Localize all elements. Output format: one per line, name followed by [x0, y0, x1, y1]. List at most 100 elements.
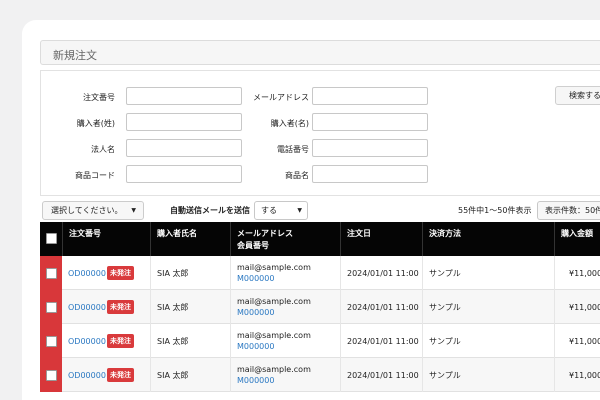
header-payment[interactable]: 決済方法 [422, 222, 554, 256]
phone-input[interactable] [312, 139, 428, 157]
member-link[interactable]: M000000 [237, 273, 274, 284]
amount-text: ¥11,000 [569, 337, 600, 346]
amount-cell: ¥11,000 [554, 324, 600, 358]
order-no-cell: OD00000 未発注 [62, 358, 150, 392]
order-no-cell: OD00000 未発注 [62, 324, 150, 358]
header-email: メールアドレス [237, 229, 293, 238]
member-link[interactable]: M000000 [237, 341, 274, 352]
payment-method: サンプル [429, 371, 461, 380]
order-number-input[interactable] [126, 87, 242, 105]
product-name-label: 商品名 [285, 171, 309, 180]
date-cell: 2024/01/01 11:00 [340, 256, 422, 290]
email-cell: mail@sample.com M000000 [230, 256, 340, 290]
row-status-stripe [40, 290, 62, 324]
buyer-name: SIA 太郎 [157, 371, 189, 380]
payment-method: サンプル [429, 269, 461, 278]
order-date: 2024/01/01 11:00 [347, 371, 419, 380]
search-panel: 注文番号 メールアドレス 検索する 購入者(姓) 購入者(名) 法人名 電話番号… [40, 70, 600, 196]
row-status-stripe [40, 358, 62, 392]
email-text: mail@sample.com [237, 331, 311, 340]
table-row[interactable]: OD00000 未発注 SIA 太郎 mail@sample.com M0000… [40, 290, 600, 324]
order-link[interactable]: OD00000 [68, 370, 106, 381]
buyer-name: SIA 太郎 [157, 303, 189, 312]
first-name-input[interactable] [312, 113, 428, 131]
buyer-name: SIA 太郎 [157, 269, 189, 278]
company-input[interactable] [126, 139, 242, 157]
amount-text: ¥11,000 [569, 269, 600, 278]
payment-cell: サンプル [422, 256, 554, 290]
select-all-checkbox[interactable] [46, 233, 57, 244]
email-input[interactable] [312, 87, 428, 105]
payment-cell: サンプル [422, 358, 554, 392]
auto-mail-select[interactable]: する ▼ [254, 201, 308, 220]
table-row[interactable]: OD00000 未発注 SIA 太郎 mail@sample.com M0000… [40, 324, 600, 358]
select-all-cell [40, 222, 62, 256]
product-code-input[interactable] [126, 165, 242, 183]
status-badge: 未発注 [107, 266, 134, 280]
bulk-action-label: 選択してください。 [51, 206, 123, 215]
table-row[interactable]: OD00000 未発注 SIA 太郎 mail@sample.com M0000… [40, 256, 600, 290]
row-status-stripe [40, 256, 62, 290]
member-link[interactable]: M000000 [237, 307, 274, 318]
phone-label: 電話番号 [277, 145, 309, 154]
bulk-action-select[interactable]: 選択してください。 ▼ [42, 201, 144, 220]
buyer-cell: SIA 太郎 [150, 290, 230, 324]
email-cell: mail@sample.com M000000 [230, 324, 340, 358]
order-no-cell: OD00000 未発注 [62, 256, 150, 290]
email-cell: mail@sample.com M000000 [230, 290, 340, 324]
auto-mail-value: する [261, 206, 277, 215]
auto-mail-label: 自動送信メールを送信 [170, 206, 250, 215]
page-title-bar: 新規注文 [40, 40, 600, 65]
status-badge: 未発注 [107, 334, 134, 348]
result-count: 55件中1〜50件表示 [458, 206, 532, 215]
status-badge: 未発注 [107, 300, 134, 314]
member-link[interactable]: M000000 [237, 375, 274, 386]
header-amount[interactable]: 購入金額 [554, 222, 600, 256]
status-badge: 未発注 [107, 368, 134, 382]
chevron-down-icon: ▼ [131, 207, 136, 214]
order-link[interactable]: OD00000 [68, 302, 106, 313]
buyer-cell: SIA 太郎 [150, 256, 230, 290]
amount-text: ¥11,000 [569, 371, 600, 380]
header-buyer[interactable]: 購入者氏名 [150, 222, 230, 256]
product-name-input[interactable] [312, 165, 428, 183]
header-email-member[interactable]: メールアドレス 会員番号 [230, 222, 340, 256]
header-date[interactable]: 注文日 [340, 222, 422, 256]
row-checkbox[interactable] [46, 268, 57, 279]
email-cell: mail@sample.com M000000 [230, 358, 340, 392]
header-order-no[interactable]: 注文番号 [62, 222, 150, 256]
order-panel: 新規注文 注文番号 メールアドレス 検索する 購入者(姓) 購入者(名) 法人名… [22, 20, 600, 400]
order-link[interactable]: OD00000 [68, 268, 106, 279]
row-checkbox[interactable] [46, 336, 57, 347]
payment-method: サンプル [429, 303, 461, 312]
row-checkbox[interactable] [46, 370, 57, 381]
order-number-label: 注文番号 [83, 93, 115, 102]
chevron-down-icon: ▼ [297, 207, 302, 214]
order-date: 2024/01/01 11:00 [347, 269, 419, 278]
amount-cell: ¥11,000 [554, 290, 600, 324]
email-label: メールアドレス [253, 93, 309, 102]
date-cell: 2024/01/01 11:00 [340, 324, 422, 358]
first-name-label: 購入者(名) [270, 119, 309, 128]
last-name-input[interactable] [126, 113, 242, 131]
row-status-stripe [40, 324, 62, 358]
email-text: mail@sample.com [237, 263, 311, 272]
table-row[interactable]: OD00000 未発注 SIA 太郎 mail@sample.com M0000… [40, 358, 600, 392]
buyer-name: SIA 太郎 [157, 337, 189, 346]
per-page-select[interactable]: 表示件数：50件 [537, 201, 600, 220]
search-button[interactable]: 検索する [555, 86, 600, 105]
company-label: 法人名 [91, 145, 115, 154]
header-member-no: 会員番号 [237, 241, 269, 250]
order-date: 2024/01/01 11:00 [347, 303, 419, 312]
payment-cell: サンプル [422, 290, 554, 324]
product-code-label: 商品コード [75, 171, 115, 180]
buyer-cell: SIA 太郎 [150, 358, 230, 392]
date-cell: 2024/01/01 11:00 [340, 358, 422, 392]
list-toolbar: 選択してください。 ▼ 自動送信メールを送信 する ▼ 55件中1〜50件表示 … [40, 200, 600, 222]
amount-text: ¥11,000 [569, 303, 600, 312]
row-checkbox[interactable] [46, 302, 57, 313]
order-link[interactable]: OD00000 [68, 336, 106, 347]
last-name-label: 購入者(姓) [76, 119, 115, 128]
payment-method: サンプル [429, 337, 461, 346]
email-text: mail@sample.com [237, 365, 311, 374]
